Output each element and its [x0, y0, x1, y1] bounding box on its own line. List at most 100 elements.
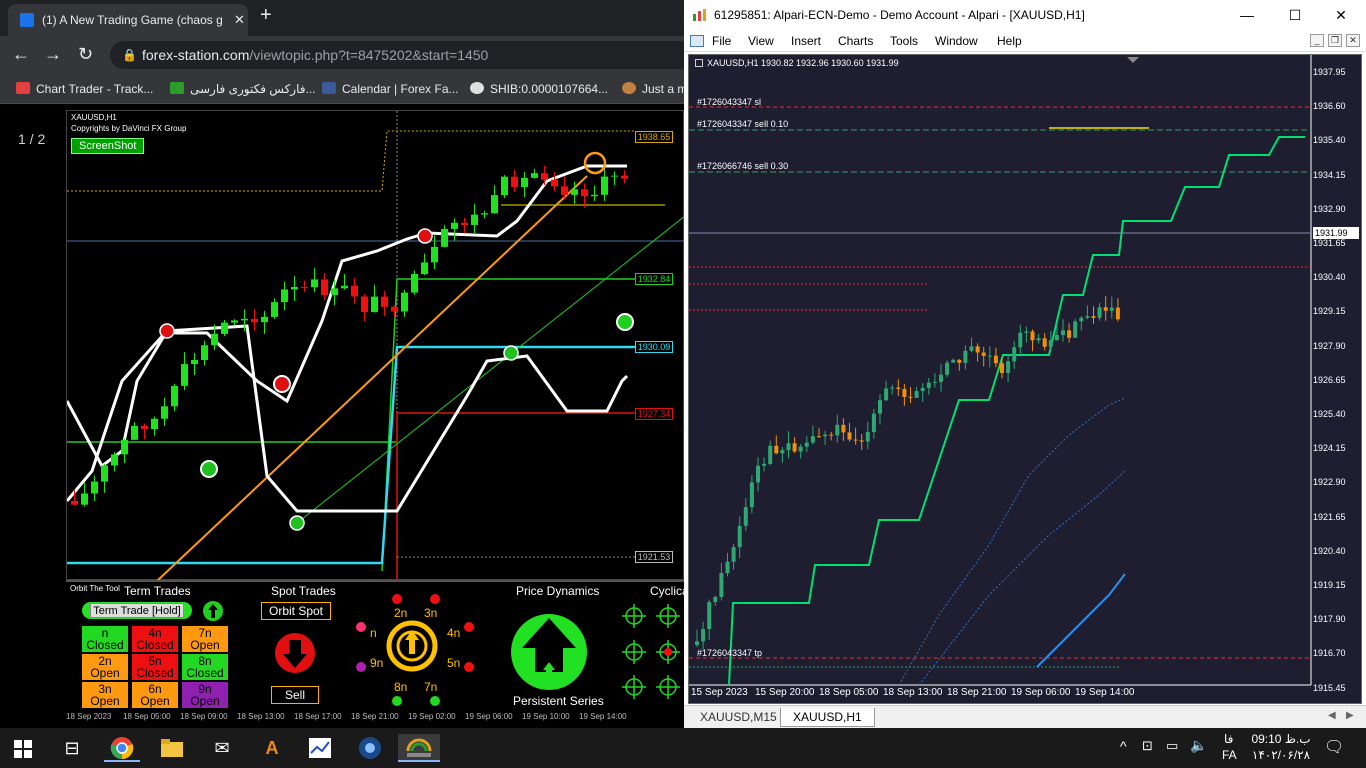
notifications-icon[interactable]: 🗨 [1324, 737, 1344, 768]
term-trade-cell[interactable]: 4n Closed [132, 626, 178, 652]
forward-icon[interactable]: → [44, 44, 62, 65]
order-label-sell-010[interactable]: #1726043347 sell 0.10 [697, 119, 788, 129]
tray-overflow-icon[interactable]: ^ [1120, 738, 1127, 768]
menu-tools[interactable]: Tools [890, 34, 918, 48]
candle-body [1018, 332, 1023, 348]
browser-tab[interactable]: (1) A New Trading Game (chaos g ✕ [8, 4, 248, 36]
maximize-icon[interactable]: ☐ [1272, 0, 1318, 30]
price-tick-label: 1920.40 [1313, 545, 1346, 556]
tab-scroll-right-icon[interactable]: ▶ [1346, 710, 1354, 721]
sell-signal-dot [417, 228, 433, 244]
time-tick-label: 18 Sep 21:00 [947, 687, 1007, 698]
mdi-minimize-icon[interactable]: _ [1310, 34, 1324, 47]
level-label: 1932.84 [635, 273, 673, 285]
spot-trades-heading: Spot Trades [271, 584, 336, 598]
candle-body [541, 173, 548, 180]
term-trade-hold-button[interactable]: Term Trade [Hold] [90, 603, 184, 618]
back-icon[interactable]: ← [12, 44, 30, 65]
menu-view[interactable]: View [748, 34, 774, 48]
app-a-icon[interactable]: A [254, 734, 290, 762]
time-tick-label: 15 Sep 2023 [691, 687, 748, 698]
mail-icon[interactable]: ✉ [204, 734, 240, 762]
candle-body [151, 418, 158, 430]
chrome-icon[interactable] [104, 734, 140, 762]
candle-body [902, 388, 907, 397]
tab-scroll-left-icon[interactable]: ◀ [1328, 710, 1336, 721]
candle-body [1103, 307, 1108, 311]
bookmark-forex-factory-fa[interactable]: فارکس فکتوری فارسی... [170, 82, 316, 96]
menu-window[interactable]: Window [935, 34, 978, 48]
tray-volume-icon[interactable]: 🔈 [1190, 737, 1207, 768]
mdi-close-icon[interactable]: ✕ [1346, 34, 1360, 47]
candle-body [768, 445, 773, 464]
tray-drive-icon[interactable]: ▭ [1166, 738, 1178, 768]
task-view-icon[interactable]: ⊟ [54, 734, 90, 762]
term-trade-cell[interactable]: 9n Open [182, 682, 228, 708]
orbit-dot [430, 594, 440, 604]
order-label-tp[interactable]: #1726043347 tp [697, 648, 762, 658]
term-trade-cell[interactable]: 8n Closed [182, 654, 228, 680]
candle-body [1048, 340, 1053, 347]
order-label-sl[interactable]: #1726043347 sl [697, 97, 761, 107]
term-trade-cell[interactable]: 5n Closed [132, 654, 178, 680]
term-trade-cell[interactable]: n Closed [82, 626, 128, 652]
bookmark-icon [16, 82, 30, 94]
candle-body [241, 318, 248, 321]
candle-body [743, 507, 748, 526]
bookmark-just-a-moment[interactable]: Just a m [622, 82, 684, 96]
candle-body [341, 285, 348, 289]
orbit-label-5n: 5n [447, 656, 461, 670]
keyboard-lang[interactable]: FA [1222, 748, 1237, 768]
candle-body [987, 355, 992, 357]
cyan-step-line [67, 345, 635, 565]
persistent-up-icon [511, 614, 587, 690]
taskbar-clock[interactable]: 09:10 ب.ظ ۱۴۰۲/۰۶/۲۸ [1250, 731, 1312, 763]
upper-dotted-level [67, 130, 635, 192]
new-tab-icon[interactable]: + [260, 4, 272, 27]
candle-body [914, 390, 919, 398]
reload-icon[interactable]: ↻ [78, 44, 93, 65]
menu-insert[interactable]: Insert [791, 34, 821, 48]
screenshot-button[interactable]: ScreenShot [71, 138, 145, 154]
cell-status: Open [190, 694, 220, 708]
term-trade-cell[interactable]: 6n Open [132, 682, 178, 708]
bookmark-calendar[interactable]: Calendar | Forex Fa... [322, 82, 459, 96]
posted-chart-image: XAUUSD,H1 Copyrights by DaVinci FX Group… [66, 110, 684, 581]
minimize-icon[interactable]: — [1224, 0, 1270, 30]
app-chart-icon[interactable] [302, 734, 338, 762]
orbit-spot-button[interactable]: Orbit Spot [261, 602, 331, 620]
tray-network-icon[interactable]: ⊡ [1142, 738, 1153, 768]
close-icon[interactable]: ✕ [1318, 0, 1364, 30]
menu-help[interactable]: Help [997, 34, 1022, 48]
app-media-icon[interactable] [352, 734, 388, 762]
trailing-stop-line [728, 136, 1305, 686]
file-explorer-icon[interactable] [154, 734, 190, 762]
candle-body [451, 222, 458, 229]
tab-xauusd-m15[interactable]: XAUUSD,M15 [688, 708, 789, 727]
orbit-label-8n: 8n [394, 680, 408, 694]
mdi-restore-icon[interactable]: ❐ [1328, 34, 1342, 47]
close-icon[interactable]: ✕ [234, 4, 245, 36]
menu-charts[interactable]: Charts [838, 34, 873, 48]
candle-body [171, 385, 178, 407]
order-label-sell-030[interactable]: #1726066746 sell 0.30 [697, 161, 788, 171]
candle-body [161, 406, 168, 419]
tab-xauusd-h1[interactable]: XAUUSD,H1 [780, 708, 875, 727]
term-trade-cell[interactable]: 3n Open [82, 682, 128, 708]
alpari-mt4-icon[interactable] [398, 734, 440, 762]
sell-button[interactable]: Sell [271, 686, 319, 704]
menu-file[interactable]: File [712, 34, 731, 48]
windows-start-icon[interactable] [14, 740, 32, 758]
candle-body [878, 400, 882, 414]
term-trade-cell[interactable]: 7n Open [182, 626, 228, 652]
candle-body [101, 465, 108, 482]
candle-body [1024, 331, 1029, 333]
bookmark-chart-trader[interactable]: Chart Trader - Track... [16, 82, 153, 96]
price-dynamics-heading: Price Dynamics [516, 584, 600, 598]
term-trade-cell[interactable]: 2n Open [82, 654, 128, 680]
candle-body [511, 176, 518, 188]
address-bar[interactable]: 🔒 forex-station.com/viewtopic.php?t=8475… [110, 41, 684, 69]
mt-chart-area[interactable]: XAUUSD,H1 1930.82 1932.96 1930.60 1931.9… [688, 54, 1362, 704]
bookmark-shib[interactable]: SHIB:0.0000107664... [470, 82, 608, 96]
candle-body [211, 333, 218, 346]
